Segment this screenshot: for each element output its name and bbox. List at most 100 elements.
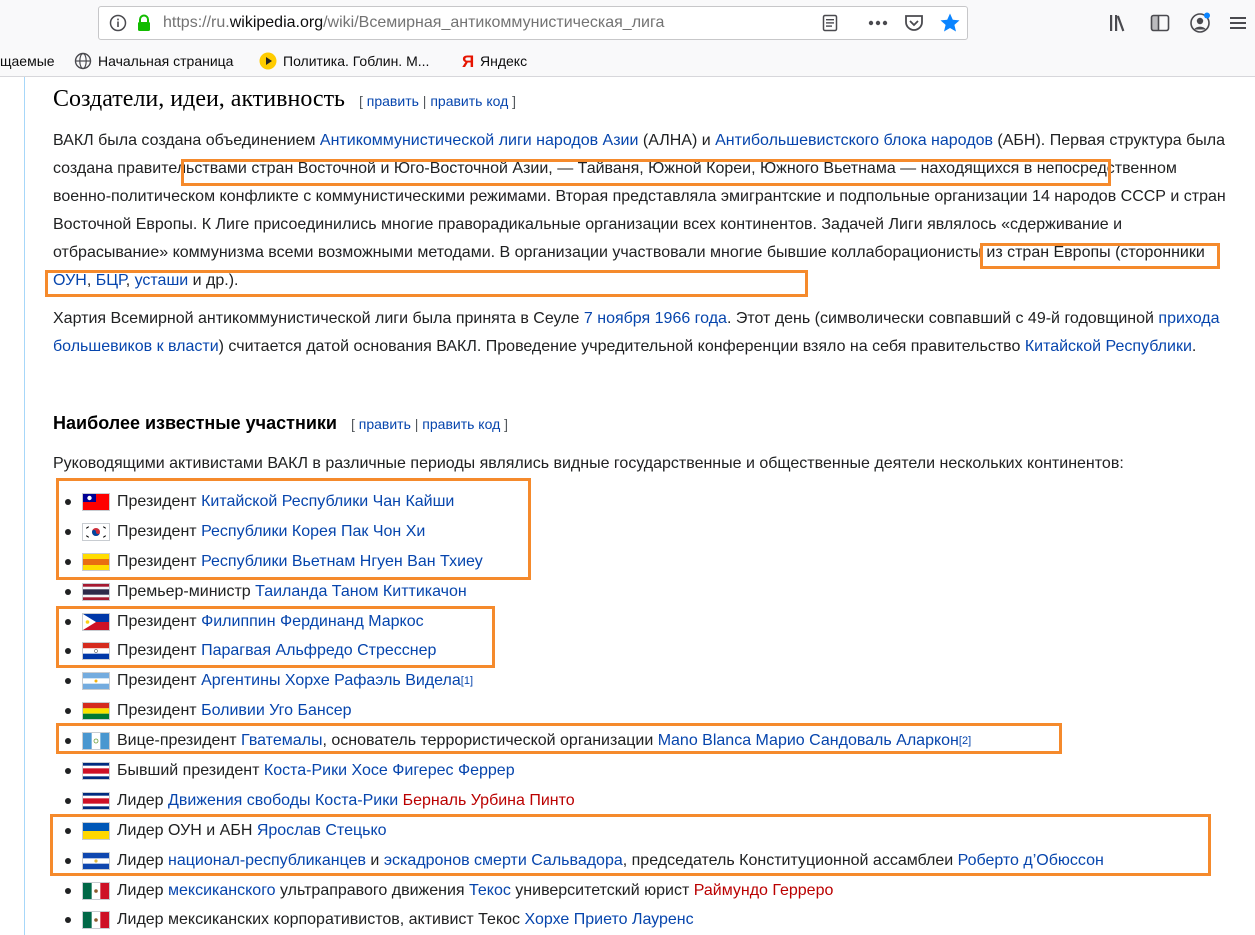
section-title: Наиболее известные участники	[53, 413, 337, 433]
yandex-icon: Я	[460, 52, 474, 70]
link-republic-of-china[interactable]: Китайской Республики	[1025, 338, 1192, 355]
member-link[interactable]: Движения свободы Коста-Рики	[168, 792, 398, 810]
member-link[interactable]: Уго Бансер	[269, 702, 351, 720]
member-link[interactable]: мексиканского	[168, 882, 276, 900]
bookmark-star-icon[interactable]	[937, 7, 963, 39]
member-link[interactable]: Аргентины	[201, 672, 280, 690]
link-abn[interactable]: Антибольшевистского блока народов	[715, 132, 993, 149]
list-item: Лидер ОУН и АБН Ярослав Стецько	[53, 816, 1228, 846]
bookmarks-toolbar: щаемые Начальная страница Политика. Гобл…	[0, 46, 1255, 77]
member-link[interactable]: Ярослав Стецько	[257, 822, 387, 840]
list-item: Президент Боливии Уго Бансер	[53, 696, 1228, 726]
member-redlink[interactable]: Раймундо Герреро	[694, 882, 834, 900]
member-text: университетский юрист	[510, 881, 694, 899]
pocket-icon[interactable]	[901, 7, 927, 39]
member-link[interactable]: Парагвая	[201, 642, 271, 660]
globe-icon	[74, 52, 92, 70]
bookmark-yandex[interactable]: Я Яндекс	[460, 51, 527, 71]
flag-philippines-icon	[82, 612, 110, 631]
member-link[interactable]: Таиланда	[255, 583, 327, 601]
edit-source-link[interactable]: править код	[422, 416, 500, 432]
member-link[interactable]: Альфредо Стресснер	[275, 642, 436, 660]
member-link[interactable]: Mano Blanca	[658, 732, 751, 750]
list-item: Президент Китайской Республики Чан Кайши	[53, 487, 1228, 517]
member-link[interactable]: Республики Корея	[201, 523, 337, 541]
member-link[interactable]: Таном Киттикачон	[332, 583, 467, 601]
member-link[interactable]: Текос	[469, 882, 511, 900]
list-item: Президент Республики Вьетнам Нгуен Ван Т…	[53, 547, 1228, 577]
flag-ukraine-icon	[82, 821, 110, 840]
member-link[interactable]: эскадронов смерти Сальвадора	[384, 852, 623, 870]
link-year[interactable]: 1966 года	[655, 310, 727, 327]
member-link[interactable]: Китайской Республики	[201, 493, 368, 511]
flag-mexico-icon	[82, 881, 110, 900]
member-text: ультраправого движения	[275, 881, 469, 899]
flag-guatemala-icon	[82, 732, 110, 751]
member-link[interactable]: национал-республиканцев	[168, 852, 366, 870]
bookmark-politics[interactable]: Политика. Гоблин. М...	[259, 51, 429, 71]
reference-link[interactable]: [2]	[959, 735, 971, 747]
member-link[interactable]: Коста-Рики	[264, 762, 347, 780]
bookmark-home[interactable]: Начальная страница	[74, 51, 233, 71]
library-icon[interactable]	[1106, 9, 1132, 37]
list-item: Вице-президент Гватемалы, основатель тер…	[53, 726, 1228, 756]
sidebar-icon[interactable]	[1147, 9, 1173, 37]
list-item: Лидер мексиканского ультраправого движен…	[53, 876, 1228, 906]
member-link[interactable]: Филиппин	[201, 613, 275, 631]
member-link[interactable]: Фердинанд Маркос	[280, 613, 424, 631]
page-actions-icon[interactable]	[865, 7, 891, 39]
link-alna[interactable]: Антикоммунистической лиги народов Азии	[320, 132, 639, 149]
member-link[interactable]: Боливии	[201, 702, 265, 720]
member-link[interactable]: Гватемалы	[241, 732, 322, 750]
link-bcr[interactable]: БЦР	[96, 272, 126, 289]
link-ustashi[interactable]: усташи	[135, 272, 189, 289]
bullet-icon	[65, 797, 71, 804]
paragraph-origins: ВАКЛ была создана объединением Антикомму…	[53, 132, 1226, 289]
list-item: Лидер Движения свободы Коста-Рики Бернал…	[53, 786, 1228, 816]
member-link[interactable]: Роберто д’Обюссон	[958, 852, 1104, 870]
section-heading-creators: Создатели, идеи, активность [ править | п…	[53, 86, 1228, 113]
highlighted-text-governments: создана правительствами стран Восточной …	[53, 160, 896, 177]
account-icon[interactable]	[1187, 9, 1213, 37]
member-link[interactable]: Нгуен Ван Тхиеу	[360, 553, 483, 571]
member-text: Премьер-министр	[117, 582, 256, 600]
reference-link[interactable]: [1]	[461, 675, 473, 687]
list-item: Лидер мексиканских корпоративистов, акти…	[53, 905, 1228, 935]
member-text: Президент	[117, 702, 202, 720]
member-link[interactable]: Марио Сандоваль Аларкон	[756, 732, 959, 750]
member-text: Президент	[117, 672, 202, 690]
url-text[interactable]: https://ru.wikipedia.org/wiki/Всемирная_…	[163, 14, 664, 32]
member-redlink[interactable]: Берналь Урбина Пинто	[403, 792, 575, 810]
bullet-icon	[65, 917, 71, 924]
bullet-icon	[65, 767, 71, 774]
member-link[interactable]: Хорхе Рафаэль Видела	[285, 672, 461, 690]
reader-view-icon[interactable]	[817, 7, 843, 39]
member-link[interactable]: Пак Чон Хи	[341, 523, 425, 541]
member-text: Лидер ОУН и АБН	[117, 821, 257, 839]
info-icon[interactable]	[107, 7, 129, 39]
flag-argentina-icon	[82, 672, 110, 691]
bullet-icon	[65, 678, 71, 685]
bullet-icon	[65, 498, 71, 505]
menu-icon[interactable]	[1225, 9, 1251, 37]
address-bar[interactable]: https://ru.wikipedia.org/wiki/Всемирная_…	[98, 6, 968, 40]
member-link[interactable]: Республики Вьетнам	[201, 553, 355, 571]
link-date[interactable]: 7 ноября	[584, 310, 650, 327]
member-link[interactable]: Хосе Фигерес Феррер	[351, 762, 514, 780]
highlighted-text-collaborators: В организации участвовали многие бывшие …	[499, 244, 1205, 261]
bullet-icon	[65, 857, 71, 864]
lock-icon[interactable]	[133, 7, 155, 39]
paragraph-members-intro: Руководящими активистами ВАКЛ в различны…	[53, 455, 1124, 472]
member-link[interactable]: Чан Кайши	[373, 493, 455, 511]
member-text: Лидер	[117, 881, 169, 899]
member-link[interactable]: Хорхе Прието Лауренс	[524, 911, 693, 929]
link-oun[interactable]: ОУН	[53, 272, 87, 289]
flag-taiwan-icon	[82, 492, 110, 511]
edit-source-link[interactable]: править код	[430, 93, 508, 109]
bookmark-most-visited[interactable]: щаемые	[0, 51, 55, 71]
member-text: Лидер мексиканских корпоративистов, акти…	[117, 911, 525, 929]
edit-link[interactable]: править	[367, 93, 419, 109]
member-text: Президент	[117, 492, 202, 510]
member-text: , председатель Конституционной ассамблеи	[622, 851, 958, 869]
edit-link[interactable]: править	[359, 416, 411, 432]
